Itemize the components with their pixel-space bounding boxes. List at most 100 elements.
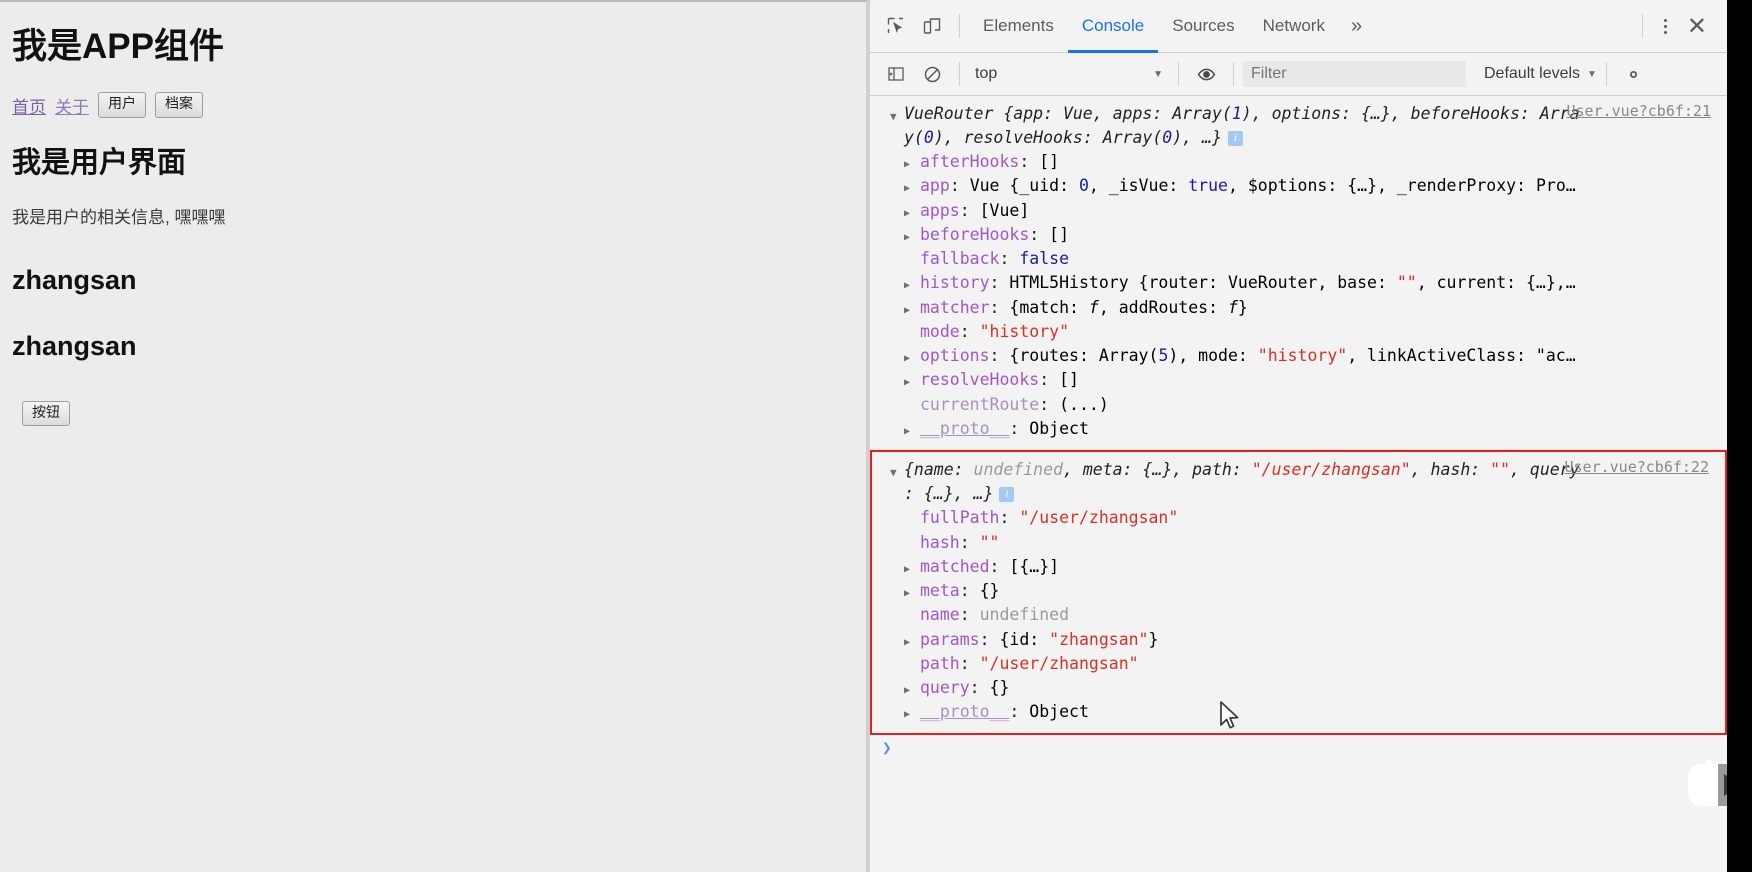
object-property-row[interactable]: fullPath: "/user/zhangsan" bbox=[904, 506, 1717, 530]
object-property-row[interactable]: hash: "" bbox=[904, 531, 1717, 555]
property-key: history bbox=[920, 273, 990, 293]
property-key: path bbox=[920, 653, 960, 673]
expand-triangle-icon[interactable] bbox=[904, 634, 920, 651]
object-property-row[interactable]: matched: [{…}] bbox=[904, 555, 1717, 579]
property-key: __proto__ bbox=[920, 418, 1010, 438]
expand-triangle-icon[interactable] bbox=[904, 180, 920, 197]
property-key: params bbox=[920, 629, 980, 649]
expand-triangle-icon[interactable] bbox=[904, 682, 920, 699]
property-value: {match: f, addRoutes: f} bbox=[1009, 297, 1248, 317]
object-property-row[interactable]: __proto__: Object bbox=[904, 417, 1717, 441]
execution-context-select[interactable]: top ▼ bbox=[969, 60, 1169, 88]
object-property-row[interactable]: __proto__: Object bbox=[904, 700, 1717, 724]
object-properties: afterHooks: []app: Vue {_uid: 0, _isVue:… bbox=[884, 150, 1717, 441]
console-message[interactable]: User.vue?cb6f:21VueRouter {app: Vue, app… bbox=[870, 96, 1727, 451]
property-colon: : bbox=[959, 321, 980, 341]
expand-triangle-icon[interactable] bbox=[904, 423, 920, 440]
property-key: options bbox=[920, 346, 990, 366]
console-sidebar-icon[interactable] bbox=[878, 56, 914, 92]
toolbar-divider bbox=[959, 14, 960, 38]
console-prompt[interactable]: ❯ bbox=[870, 735, 1727, 761]
property-key: currentRoute bbox=[920, 394, 1040, 414]
object-property-row[interactable]: meta: {} bbox=[904, 579, 1717, 603]
chevron-down-icon: ▼ bbox=[1153, 68, 1163, 80]
expand-triangle-icon[interactable] bbox=[904, 156, 920, 173]
console-source-link[interactable]: User.vue?cb6f:22 bbox=[1565, 458, 1710, 476]
console-output[interactable]: User.vue?cb6f:21VueRouter {app: Vue, app… bbox=[870, 96, 1727, 872]
console-message[interactable]: User.vue?cb6f:22{name: undefined, meta: … bbox=[870, 450, 1727, 735]
expand-triangle-icon[interactable] bbox=[904, 229, 920, 246]
expand-triangle-icon[interactable] bbox=[904, 561, 920, 578]
property-value: false bbox=[1019, 249, 1070, 269]
inspect-element-icon[interactable] bbox=[878, 8, 914, 44]
object-property-row[interactable]: path: "/user/zhangsan" bbox=[904, 652, 1717, 676]
tab-console[interactable]: Console bbox=[1068, 0, 1158, 53]
console-filter-input[interactable] bbox=[1243, 61, 1466, 87]
close-devtools-icon[interactable]: ✕ bbox=[1679, 0, 1721, 53]
property-value: "history" bbox=[979, 321, 1070, 341]
tab-sources[interactable]: Sources bbox=[1158, 0, 1248, 53]
settings-gear-icon[interactable] bbox=[1616, 56, 1652, 92]
expand-triangle-icon[interactable] bbox=[890, 102, 904, 125]
property-value: undefined bbox=[979, 605, 1070, 625]
property-colon: : bbox=[1019, 152, 1040, 172]
object-property-row[interactable]: beforeHooks: [] bbox=[904, 223, 1717, 247]
object-property-row[interactable]: history: HTML5History {router: VueRouter… bbox=[904, 271, 1717, 295]
property-value: "/user/zhangsan" bbox=[979, 653, 1139, 673]
tab-network[interactable]: Network bbox=[1249, 0, 1339, 53]
expand-triangle-icon[interactable] bbox=[890, 458, 904, 481]
console-toolbar-divider-2 bbox=[1178, 62, 1179, 86]
property-value: [] bbox=[1039, 152, 1060, 172]
expand-triangle-icon[interactable] bbox=[904, 706, 920, 723]
nav-link-about[interactable]: 关于 bbox=[55, 93, 89, 118]
object-property-row[interactable]: query: {} bbox=[904, 676, 1717, 700]
nav-row: 首页 关于 用户 档案 bbox=[12, 90, 866, 120]
nav-button-user[interactable]: 用户 bbox=[98, 92, 146, 118]
property-value: (...) bbox=[1059, 394, 1109, 414]
expand-triangle-icon[interactable] bbox=[904, 302, 920, 319]
expand-triangle-icon[interactable] bbox=[904, 277, 920, 294]
tab-elements[interactable]: Elements bbox=[969, 0, 1068, 53]
property-key: beforeHooks bbox=[920, 224, 1030, 244]
property-colon: : bbox=[979, 629, 1000, 649]
object-property-row[interactable]: resolveHooks: [] bbox=[904, 368, 1717, 392]
property-colon: : bbox=[999, 508, 1020, 528]
object-property-row[interactable]: app: Vue {_uid: 0, _isVue: true, $option… bbox=[904, 174, 1717, 198]
object-property-row[interactable]: currentRoute: (...) bbox=[904, 393, 1717, 417]
username-heading-1: zhangsan bbox=[12, 264, 137, 295]
action-button[interactable]: 按钮 bbox=[22, 400, 70, 427]
device-toolbar-icon[interactable] bbox=[914, 8, 950, 44]
expand-triangle-icon[interactable] bbox=[904, 205, 920, 222]
object-property-row[interactable]: name: undefined bbox=[904, 603, 1717, 627]
clear-console-icon[interactable] bbox=[914, 56, 950, 92]
property-colon: : bbox=[959, 653, 980, 673]
object-property-row[interactable]: params: {id: "zhangsan"} bbox=[904, 628, 1717, 652]
action-button-wrap: 按钮 bbox=[22, 400, 866, 427]
more-tabs-icon[interactable]: » bbox=[1339, 0, 1374, 53]
console-source-link[interactable]: User.vue?cb6f:21 bbox=[1567, 102, 1712, 120]
property-key: name bbox=[920, 605, 960, 625]
property-colon: : bbox=[959, 532, 980, 552]
object-property-row[interactable]: matcher: {match: f, addRoutes: f} bbox=[904, 296, 1717, 320]
live-expression-icon[interactable] bbox=[1188, 56, 1224, 92]
property-colon: : bbox=[1039, 394, 1060, 414]
object-property-row[interactable]: options: {routes: Array(5), mode: "histo… bbox=[904, 344, 1717, 368]
info-icon[interactable]: i bbox=[999, 487, 1015, 503]
screen-right-black-bar bbox=[1727, 0, 1752, 872]
object-property-row[interactable]: fallback: false bbox=[904, 247, 1717, 271]
object-property-row[interactable]: afterHooks: [] bbox=[904, 150, 1717, 174]
expand-triangle-icon[interactable] bbox=[904, 350, 920, 367]
more-options-icon[interactable] bbox=[1652, 8, 1679, 44]
property-value: [] bbox=[1049, 224, 1070, 244]
expand-triangle-icon[interactable] bbox=[904, 374, 920, 391]
console-toolbar: top ▼ Default levels ▼ bbox=[870, 53, 1727, 96]
info-icon[interactable]: i bbox=[1227, 131, 1243, 147]
console-toolbar-divider-3 bbox=[1233, 62, 1234, 86]
log-levels-select[interactable]: Default levels ▼ bbox=[1484, 65, 1597, 83]
nav-link-home[interactable]: 首页 bbox=[12, 93, 46, 118]
expand-triangle-icon[interactable] bbox=[904, 585, 920, 602]
object-property-row[interactable]: apps: [Vue] bbox=[904, 199, 1717, 223]
nav-button-archive[interactable]: 档案 bbox=[155, 92, 203, 118]
object-property-row[interactable]: mode: "history" bbox=[904, 320, 1717, 344]
object-preview-text: VueRouter {app: Vue, apps: Array(1), opt… bbox=[904, 104, 1580, 148]
